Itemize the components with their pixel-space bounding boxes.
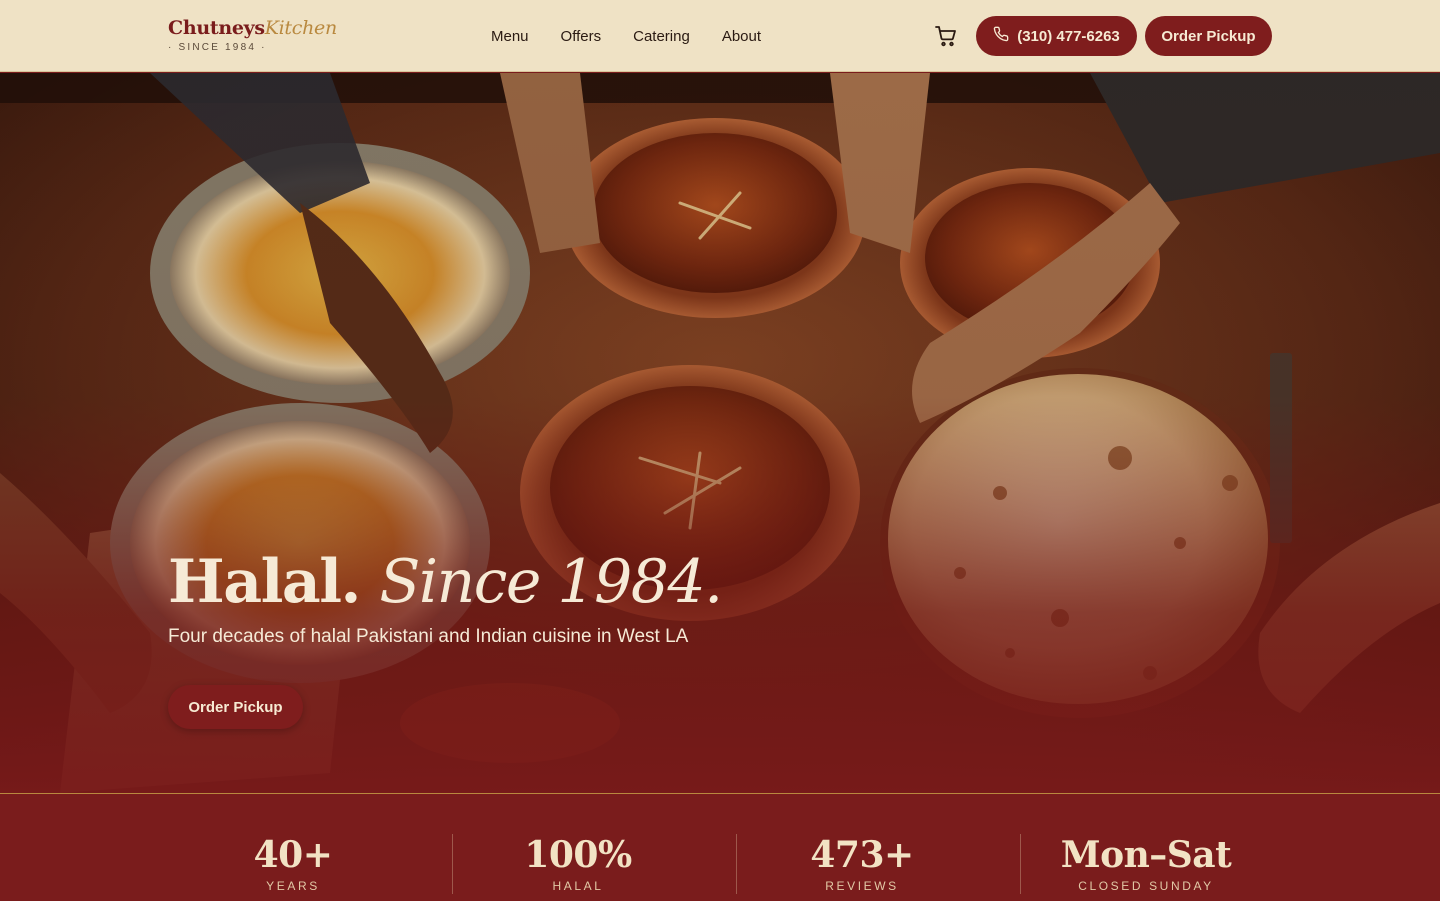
- stat-label: REVIEWS: [825, 879, 899, 893]
- hero-subtitle: Four decades of halal Pakistani and Indi…: [168, 626, 689, 647]
- brand-name: ChutneysKitchen: [168, 17, 337, 39]
- hero-title: Halal. Since 1984.: [168, 547, 723, 617]
- stat-value: 40+: [253, 834, 333, 876]
- nav-item-about[interactable]: About: [722, 28, 761, 45]
- nav-item-catering[interactable]: Catering: [633, 28, 690, 45]
- stat-halal: 100% HALAL: [436, 794, 720, 901]
- phone-number: (310) 477-6263: [1017, 27, 1120, 45]
- stat-value: 100%: [524, 834, 632, 876]
- stat-hours: Mon–Sat CLOSED SUNDAY: [1004, 794, 1288, 901]
- site-header: ChutneysKitchen · SINCE 1984 · Menu Offe…: [0, 0, 1440, 72]
- stat-years: 40+ YEARS: [151, 794, 435, 901]
- stat-value: 473+: [810, 834, 914, 876]
- nav-item-offers[interactable]: Offers: [561, 28, 602, 45]
- call-button[interactable]: (310) 477-6263: [976, 16, 1137, 56]
- main-nav: Menu Offers Catering About: [491, 0, 761, 72]
- order-pickup-button[interactable]: Order Pickup: [1145, 16, 1272, 56]
- stat-label: YEARS: [266, 879, 320, 893]
- brand-tagline: · SINCE 1984 ·: [168, 42, 267, 53]
- hero-order-pickup-button[interactable]: Order Pickup: [168, 685, 303, 729]
- nav-item-menu[interactable]: Menu: [491, 28, 529, 45]
- stat-label: CLOSED SUNDAY: [1078, 879, 1214, 893]
- phone-icon: [993, 26, 1009, 46]
- stat-value: Mon–Sat: [1060, 834, 1232, 876]
- stat-label: HALAL: [552, 879, 604, 893]
- stat-reviews: 473+ REVIEWS: [720, 794, 1004, 901]
- cart-icon[interactable]: [934, 24, 958, 48]
- hero-section: Halal. Since 1984. Four decades of halal…: [0, 73, 1440, 793]
- stats-bar: 40+ YEARS 100% HALAL 473+ REVIEWS Mon–Sa…: [0, 793, 1440, 900]
- brand-logo[interactable]: ChutneysKitchen · SINCE 1984 ·: [168, 17, 337, 53]
